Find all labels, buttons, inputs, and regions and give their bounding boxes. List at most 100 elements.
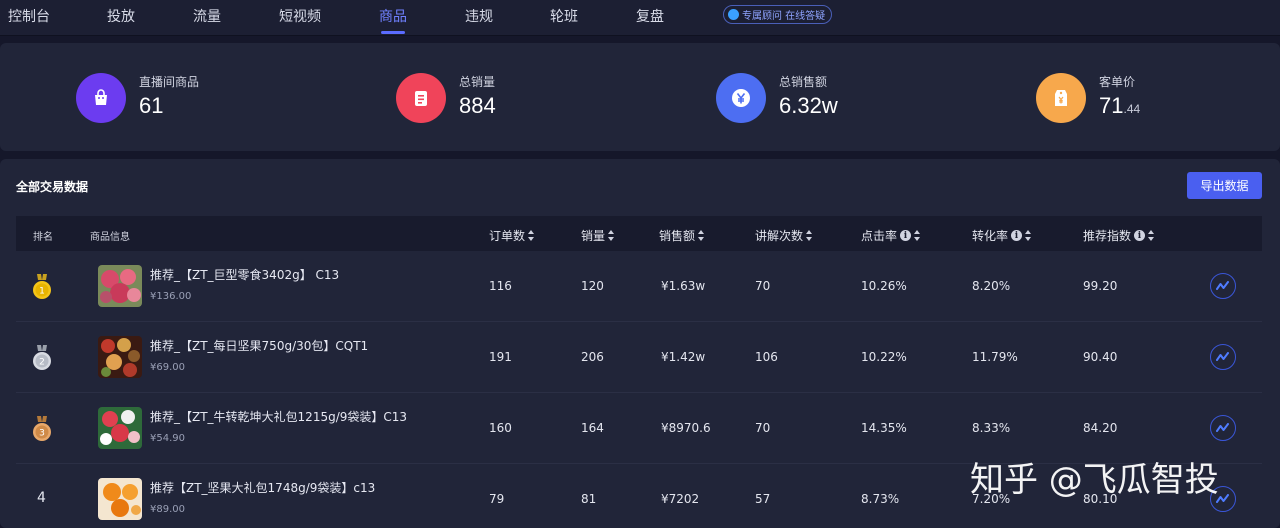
gold-medal-icon: 1 <box>33 274 51 299</box>
active-tab-indicator <box>381 31 405 34</box>
tab-traffic[interactable]: 流量 <box>193 6 221 28</box>
bronze-medal-icon: 3 <box>33 416 51 441</box>
header-orders[interactable]: 订单数 <box>489 227 535 244</box>
product-thumbnail[interactable] <box>98 265 142 307</box>
trend-icon <box>1216 423 1229 432</box>
watermark: 知乎 @飞瓜智投 <box>970 460 1219 500</box>
explain-value: 106 <box>755 350 778 364</box>
header-score[interactable]: 推荐指数 i <box>1083 227 1155 244</box>
panel-title: 全部交易数据 <box>16 180 89 194</box>
product-thumbnail[interactable] <box>98 336 142 378</box>
orders-value: 116 <box>489 279 512 293</box>
stat-value: 71.44 <box>1099 93 1141 118</box>
stat-total-revenue: 总销售额 6.32w <box>716 73 1016 125</box>
sales-value: 81 <box>581 492 597 506</box>
orders-value: 160 <box>489 421 512 435</box>
tab-review[interactable]: 复盘 <box>636 6 664 28</box>
ctr-value: 8.73% <box>861 492 900 506</box>
revenue-value: ¥8970.6 <box>661 421 711 435</box>
tab-short-video[interactable]: 短视频 <box>279 6 321 28</box>
revenue-value: ¥1.63w <box>661 279 706 293</box>
cvr-value: 8.33% <box>972 421 1011 435</box>
chat-icon <box>728 9 739 20</box>
product-thumbnail[interactable] <box>98 478 142 520</box>
product-price: ¥89.00 <box>150 504 185 515</box>
advisor-label: 专属顾问 在线答疑 <box>742 11 826 22</box>
header-explain[interactable]: 讲解次数 <box>755 227 813 244</box>
sort-icon <box>528 230 535 241</box>
sort-icon <box>698 230 705 241</box>
tab-violations[interactable]: 违规 <box>465 6 493 28</box>
trend-chart-button[interactable] <box>1210 273 1236 299</box>
cvr-value: 11.79% <box>972 350 1018 364</box>
header-revenue[interactable]: 销售额 <box>659 227 705 244</box>
product-thumbnail[interactable] <box>98 407 142 449</box>
stat-label: 客单价 <box>1099 75 1136 89</box>
sales-value: 164 <box>581 421 604 435</box>
info-icon: i <box>1134 230 1146 241</box>
table-header: 排名 商品信息 订单数 销量 销售额 讲解次数 点击率 i 转化率 i 推荐指数 i <box>16 216 1262 251</box>
sort-icon <box>1025 230 1032 241</box>
header-cvr[interactable]: 转化率 i <box>972 227 1032 244</box>
trend-chart-button[interactable] <box>1210 344 1236 370</box>
tab-shifts[interactable]: 轮班 <box>550 6 578 28</box>
cvr-value: 8.20% <box>972 279 1011 293</box>
stat-value: 884 <box>459 93 496 118</box>
tab-products[interactable]: 商品 <box>379 6 407 28</box>
trend-chart-button[interactable] <box>1210 415 1236 441</box>
sort-icon <box>1148 230 1155 241</box>
stat-label: 总销售额 <box>779 75 828 89</box>
orders-value: 79 <box>489 492 505 506</box>
header-sales[interactable]: 销量 <box>581 227 615 244</box>
product-price: ¥136.00 <box>150 291 192 302</box>
advisor-button[interactable]: 专属顾问 在线答疑 <box>723 5 833 24</box>
product-price: ¥54.90 <box>150 433 185 444</box>
product-price: ¥69.00 <box>150 362 185 373</box>
revenue-value: ¥1.42w <box>661 350 706 364</box>
yen-icon <box>716 73 766 123</box>
orders-value: 191 <box>489 350 512 364</box>
stat-value: 61 <box>139 93 164 118</box>
export-button[interactable]: 导出数据 <box>1187 172 1262 199</box>
stats-panel: 直播间商品 61 总销量 884 总销售额 6.32w 客单价 71.44 <box>0 43 1280 151</box>
sales-value: 206 <box>581 350 604 364</box>
revenue-value: ¥7202 <box>661 492 700 506</box>
info-icon: i <box>900 230 912 241</box>
receipt-icon <box>396 73 446 123</box>
header-ctr[interactable]: 点击率 i <box>861 227 921 244</box>
sales-value: 120 <box>581 279 604 293</box>
svg-text:2: 2 <box>39 358 45 368</box>
top-nav: 控制台 投放 流量 短视频 商品 违规 轮班 复盘 专属顾问 在线答疑 <box>0 0 1280 36</box>
score-value: 99.20 <box>1083 279 1118 293</box>
sort-icon <box>608 230 615 241</box>
score-value: 84.20 <box>1083 421 1118 435</box>
table-row[interactable]: 1 推荐_【ZT_巨型零食3402g】 C13 ¥136.00 116 120 … <box>16 251 1262 322</box>
sort-icon <box>806 230 813 241</box>
explain-value: 70 <box>755 279 771 293</box>
product-name[interactable]: 推荐【ZT_坚果大礼包1748g/9袋装】c13 <box>150 479 375 496</box>
tab-ads[interactable]: 投放 <box>107 6 135 28</box>
ctr-value: 10.22% <box>861 350 907 364</box>
shopping-bag-icon <box>76 73 126 123</box>
ctr-value: 10.26% <box>861 279 907 293</box>
silver-medal-icon: 2 <box>33 345 51 370</box>
stat-total-sales: 总销量 884 <box>396 73 696 125</box>
tab-console[interactable]: 控制台 <box>8 6 50 28</box>
trend-icon <box>1216 281 1229 290</box>
sort-icon <box>914 230 921 241</box>
product-name[interactable]: 推荐_【ZT_每日坚果750g/30包】CQT1 <box>150 337 368 354</box>
trend-icon <box>1216 352 1229 361</box>
product-name[interactable]: 推荐_【ZT_巨型零食3402g】 C13 <box>150 266 339 283</box>
product-name[interactable]: 推荐_【ZT_牛转乾坤大礼包1215g/9袋装】C13 <box>150 408 407 425</box>
explain-value: 70 <box>755 421 771 435</box>
ctr-value: 14.35% <box>861 421 907 435</box>
table-row[interactable]: 2 推荐_【ZT_每日坚果750g/30包】CQT1 ¥69.00 191 20… <box>16 322 1262 393</box>
stat-label: 直播间商品 <box>139 75 200 89</box>
rank-number: 4 <box>37 490 46 506</box>
stat-products: 直播间商品 61 <box>76 73 376 125</box>
svg-text:3: 3 <box>39 429 45 439</box>
info-icon: i <box>1011 230 1023 241</box>
stat-avg-price: 客单价 71.44 <box>1036 73 1280 125</box>
stat-label: 总销量 <box>459 75 496 89</box>
explain-value: 57 <box>755 492 771 506</box>
